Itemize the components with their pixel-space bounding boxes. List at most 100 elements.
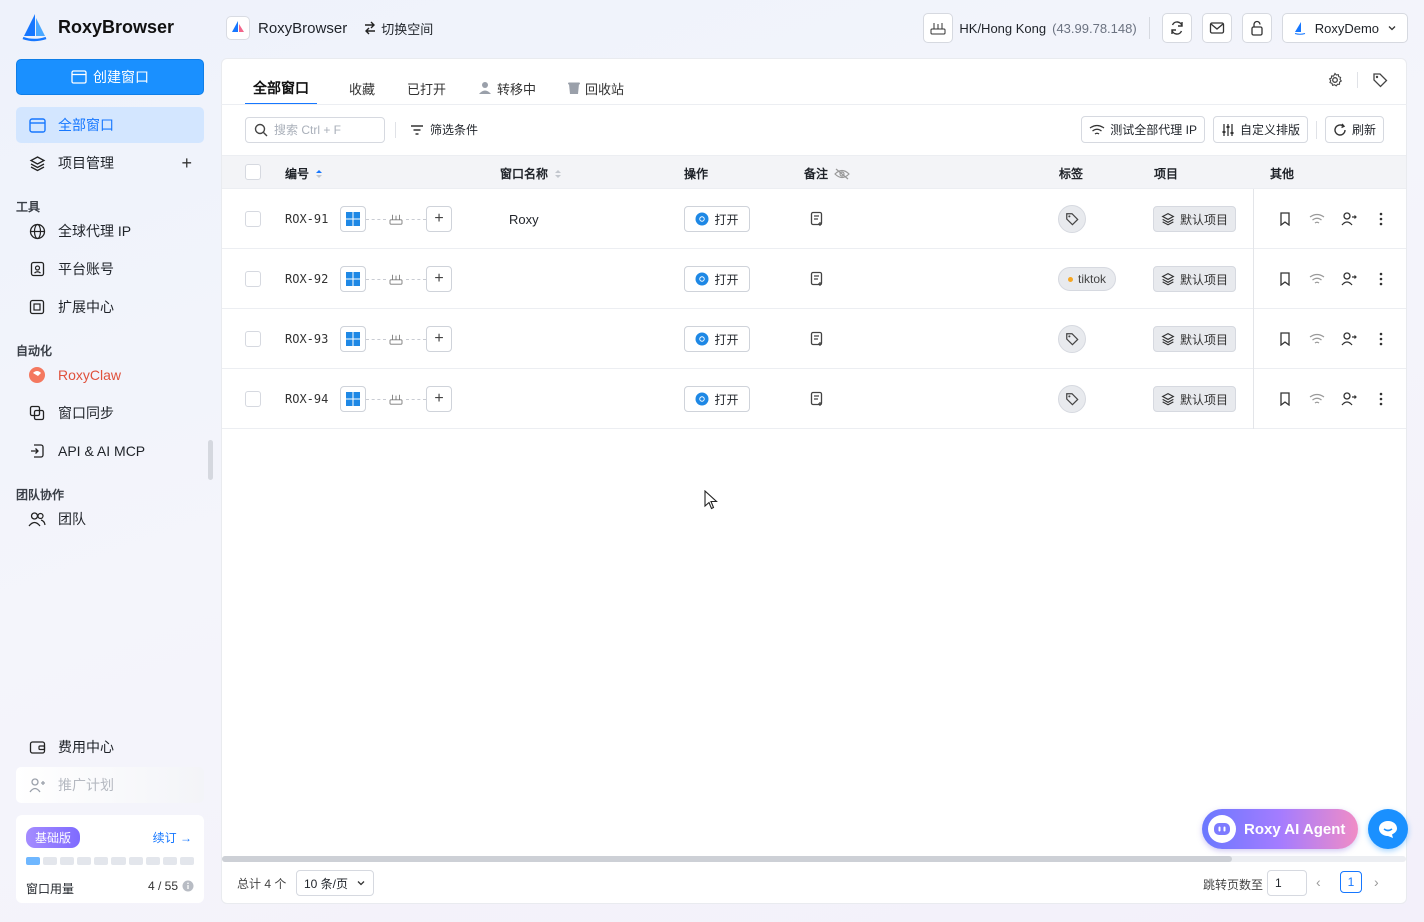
- add-proxy-button[interactable]: +: [426, 326, 452, 352]
- tab-recycle-bin[interactable]: 回收站: [568, 72, 624, 104]
- gear-icon[interactable]: [1327, 72, 1343, 88]
- tag-pill[interactable]: tiktok: [1058, 267, 1117, 291]
- signal-icon[interactable]: [1309, 271, 1325, 287]
- window-name[interactable]: Roxy: [509, 189, 539, 249]
- tag-icon[interactable]: [1372, 72, 1388, 88]
- sidebar-item-team[interactable]: 团队: [16, 501, 204, 537]
- sort-icon[interactable]: [554, 169, 562, 179]
- table-row[interactable]: ROX-94 + 打开 默认项目: [222, 369, 1406, 429]
- signal-icon[interactable]: [1309, 391, 1325, 407]
- bookmark-icon[interactable]: [1277, 211, 1293, 227]
- note-add-icon[interactable]: [810, 331, 824, 347]
- select-all-checkbox[interactable]: [245, 164, 261, 180]
- sidebar-item-projects[interactable]: 项目管理 +: [16, 145, 204, 181]
- tab-favorites[interactable]: 收藏: [349, 72, 375, 104]
- sidebar-item-extensions[interactable]: 扩展中心: [16, 289, 204, 325]
- transfer-user-icon[interactable]: [1341, 211, 1357, 227]
- jump-page-input[interactable]: 1: [1267, 870, 1307, 896]
- test-all-proxy-button[interactable]: 测试全部代理 IP: [1081, 116, 1205, 143]
- project-badge[interactable]: 默认项目: [1153, 326, 1237, 352]
- more-icon[interactable]: [1373, 211, 1389, 227]
- add-tag-button[interactable]: [1058, 325, 1086, 353]
- horizontal-scrollbar[interactable]: [222, 856, 1406, 862]
- custom-layout-button[interactable]: 自定义排版: [1212, 116, 1308, 143]
- column-code[interactable]: 编号: [285, 165, 323, 182]
- add-proxy-button[interactable]: +: [426, 386, 452, 412]
- scrollbar-thumb[interactable]: [222, 856, 1232, 862]
- transfer-user-icon[interactable]: [1341, 391, 1357, 407]
- project-badge[interactable]: 默认项目: [1153, 266, 1237, 292]
- sort-asc-icon[interactable]: [315, 169, 323, 179]
- search-input[interactable]: [274, 123, 374, 137]
- more-icon[interactable]: [1373, 391, 1389, 407]
- sync-button[interactable]: [1161, 13, 1192, 43]
- more-icon[interactable]: [1373, 331, 1389, 347]
- refresh-button[interactable]: 刷新: [1324, 116, 1384, 143]
- prev-page-icon[interactable]: ‹: [1316, 874, 1321, 890]
- bookmark-icon[interactable]: [1277, 271, 1293, 287]
- row-checkbox[interactable]: [245, 391, 261, 407]
- note-add-icon[interactable]: [810, 211, 824, 227]
- tab-opened[interactable]: 已打开: [407, 72, 446, 104]
- lock-button[interactable]: [1241, 13, 1272, 43]
- tab-all-windows[interactable]: 全部窗口: [245, 72, 317, 105]
- search-box[interactable]: [245, 117, 385, 143]
- sidebar-item-all-windows[interactable]: 全部窗口: [16, 107, 204, 143]
- workspace-switcher[interactable]: RoxyBrowser 切换空间: [226, 16, 433, 40]
- more-icon[interactable]: [1373, 271, 1389, 287]
- sidebar-scrollbar[interactable]: [208, 440, 213, 480]
- transfer-user-icon[interactable]: [1341, 271, 1357, 287]
- note-add-icon[interactable]: [810, 271, 824, 287]
- sidebar-item-referral[interactable]: 推广计划: [16, 767, 204, 803]
- sidebar-item-platform-accounts[interactable]: 平台账号: [16, 251, 204, 287]
- open-window-button[interactable]: 打开: [684, 206, 750, 232]
- column-window-name[interactable]: 窗口名称: [500, 165, 562, 182]
- eye-off-icon[interactable]: [834, 168, 850, 180]
- signal-icon[interactable]: [1309, 211, 1325, 227]
- table-row[interactable]: ROX-93 + 打开 默认项目: [222, 309, 1406, 369]
- windows-os-icon[interactable]: [340, 266, 366, 292]
- table-row[interactable]: ROX-92 + 打开 tiktok 默认项目: [222, 249, 1406, 309]
- current-page[interactable]: 1: [1340, 871, 1362, 893]
- filter-button[interactable]: 筛选条件: [410, 121, 478, 138]
- sidebar-item-roxyclaw[interactable]: RoxyClaw: [16, 357, 204, 393]
- add-project-icon[interactable]: +: [181, 153, 192, 174]
- bookmark-icon[interactable]: [1277, 391, 1293, 407]
- project-badge[interactable]: 默认项目: [1153, 206, 1237, 232]
- proxy-ip-indicator[interactable]: HK/Hong Kong (43.99.78.148): [923, 13, 1137, 43]
- add-tag-button[interactable]: [1058, 385, 1086, 413]
- switch-space-button[interactable]: 切换空间: [363, 19, 433, 38]
- open-window-button[interactable]: 打开: [684, 326, 750, 352]
- signal-icon[interactable]: [1309, 331, 1325, 347]
- add-proxy-button[interactable]: +: [426, 266, 452, 292]
- chat-support-button[interactable]: [1368, 809, 1408, 849]
- sidebar-item-api[interactable]: API & AI MCP: [16, 433, 204, 469]
- note-add-icon[interactable]: [810, 391, 824, 407]
- table-row[interactable]: ROX-91 + Roxy 打开 默认项目: [222, 189, 1406, 249]
- add-tag-button[interactable]: [1058, 205, 1086, 233]
- project-badge[interactable]: 默认项目: [1153, 386, 1237, 412]
- open-window-button[interactable]: 打开: [684, 386, 750, 412]
- create-window-button[interactable]: 创建窗口: [16, 59, 204, 95]
- bookmark-icon[interactable]: [1277, 331, 1293, 347]
- sidebar-item-billing[interactable]: 费用中心: [16, 729, 204, 765]
- row-checkbox[interactable]: [245, 331, 261, 347]
- mail-button[interactable]: [1201, 13, 1232, 43]
- renew-link[interactable]: 续订 →: [153, 829, 192, 846]
- page-size-select[interactable]: 10 条/页: [296, 870, 374, 896]
- sidebar-item-proxy[interactable]: 全球代理 IP: [16, 213, 204, 249]
- windows-os-icon[interactable]: [340, 206, 366, 232]
- next-page-icon[interactable]: ›: [1374, 874, 1379, 890]
- windows-os-icon[interactable]: [340, 326, 366, 352]
- transfer-user-icon[interactable]: [1341, 331, 1357, 347]
- roxy-ai-agent-button[interactable]: Roxy AI Agent: [1202, 809, 1358, 849]
- row-checkbox[interactable]: [245, 271, 261, 287]
- sidebar-item-window-sync[interactable]: 窗口同步: [16, 395, 204, 431]
- windows-os-icon[interactable]: [340, 386, 366, 412]
- row-checkbox[interactable]: [245, 211, 261, 227]
- add-proxy-button[interactable]: +: [426, 206, 452, 232]
- open-window-button[interactable]: 打开: [684, 266, 750, 292]
- info-icon[interactable]: [182, 880, 194, 892]
- user-menu[interactable]: RoxyDemo: [1281, 13, 1408, 43]
- tab-transferring[interactable]: 转移中: [478, 72, 536, 104]
